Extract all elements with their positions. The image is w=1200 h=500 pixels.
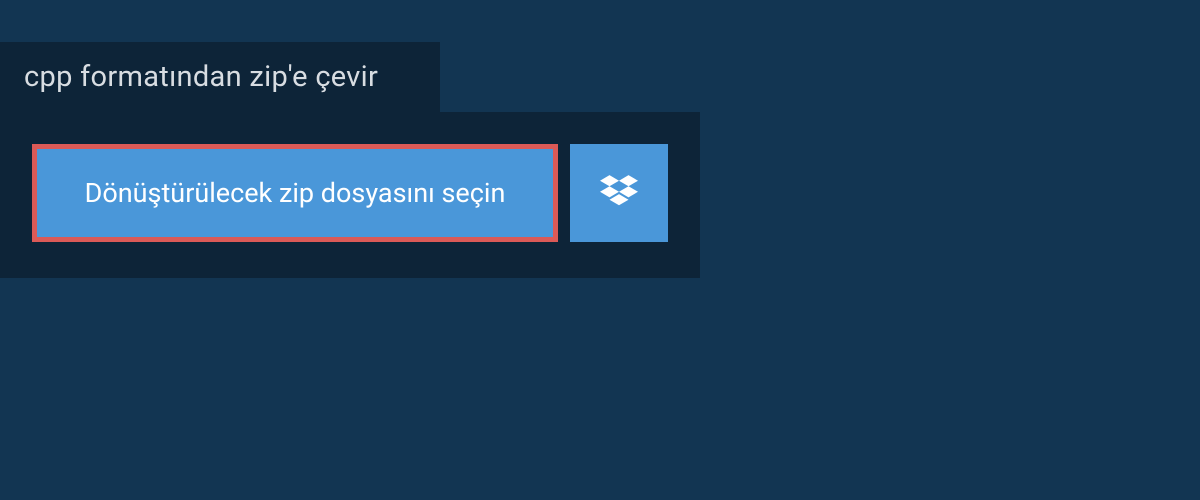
select-file-button[interactable]: Dönüştürülecek zip dosyasını seçin	[32, 144, 558, 242]
page-title: cpp formatından zip'e çevir	[24, 60, 378, 94]
tab-header: cpp formatından zip'e çevir	[0, 42, 440, 112]
dropbox-button[interactable]	[570, 144, 668, 242]
upload-panel: Dönüştürülecek zip dosyasını seçin	[0, 112, 700, 278]
dropbox-icon	[600, 172, 638, 214]
select-file-label: Dönüştürülecek zip dosyasını seçin	[85, 177, 506, 209]
button-row: Dönüştürülecek zip dosyasını seçin	[32, 144, 668, 242]
